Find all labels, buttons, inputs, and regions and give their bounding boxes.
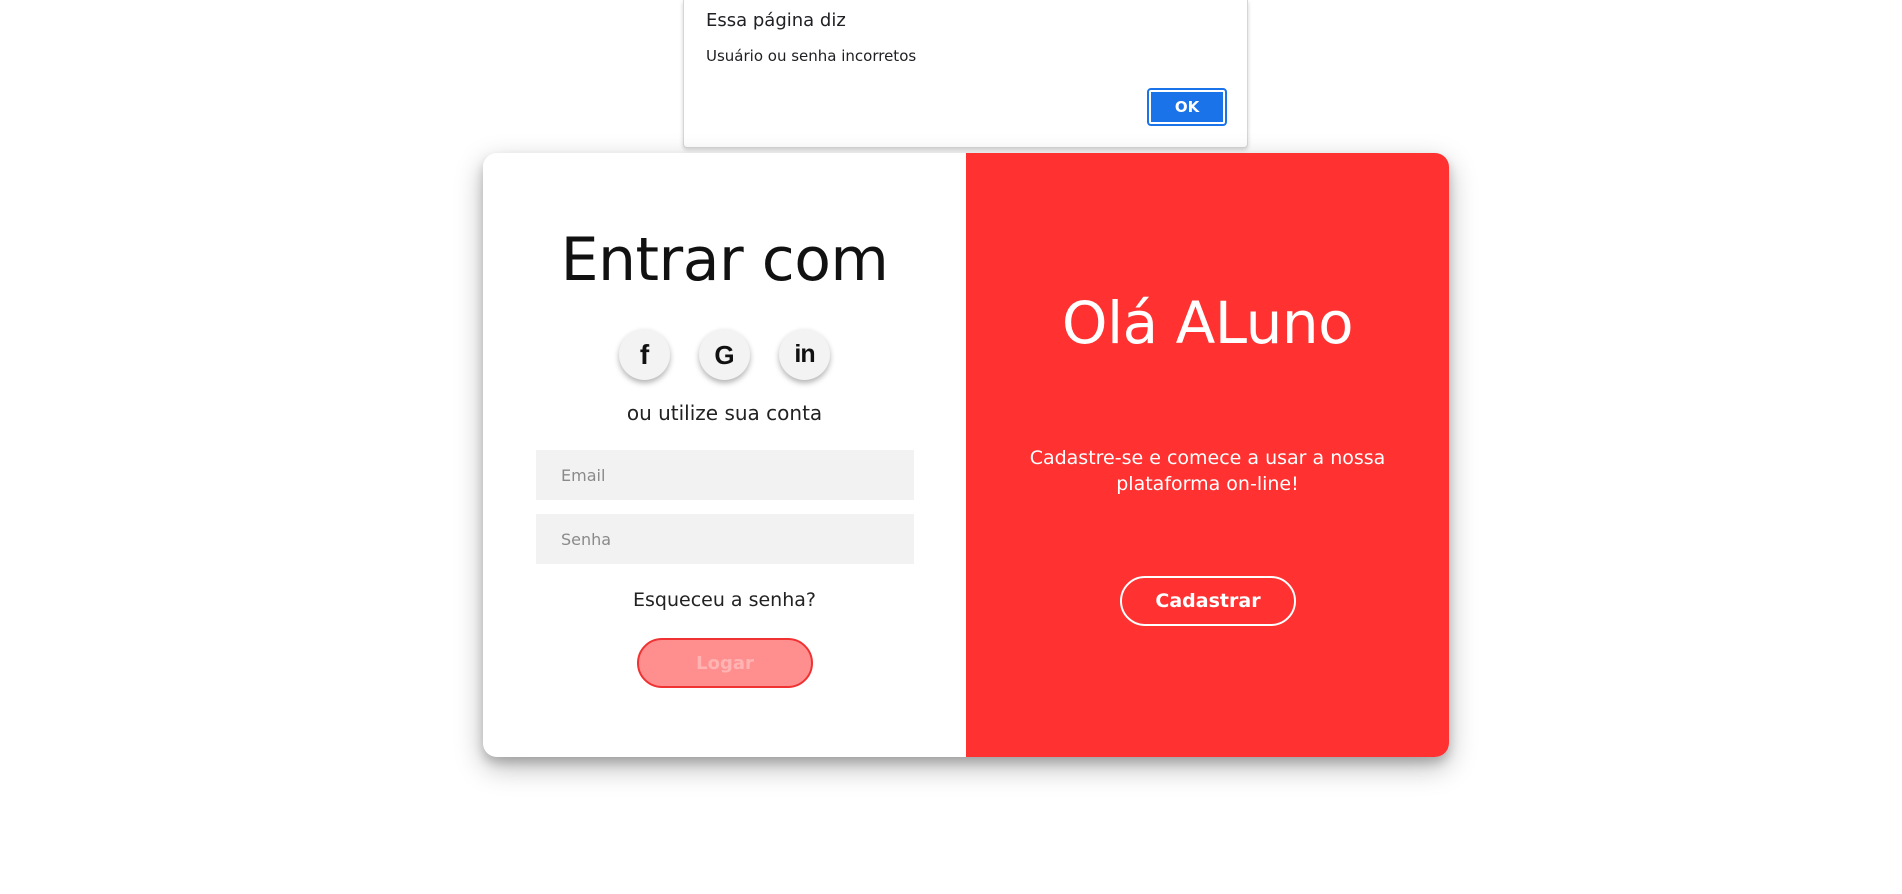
alert-title: Essa página diz <box>706 10 846 31</box>
login-button[interactable]: Logar <box>637 638 813 688</box>
facebook-icon: f <box>639 338 650 370</box>
google-login-button[interactable]: G <box>699 329 750 380</box>
linkedin-login-button[interactable]: in <box>779 329 830 380</box>
welcome-title: Olá ALuno <box>1061 289 1354 357</box>
sign-in-panel: Entrar com f G in ou utilize sua conta E… <box>483 153 966 757</box>
forgot-password-link[interactable]: Esqueceu a senha? <box>483 589 966 611</box>
alert-message: Usuário ou senha incorretos <box>706 47 917 65</box>
register-button[interactable]: Cadastrar <box>1120 576 1296 626</box>
linkedin-icon: in <box>794 340 815 368</box>
page: Essa página diz Usuário ou senha incorre… <box>0 0 1902 894</box>
alert-ok-button[interactable]: OK <box>1147 88 1227 126</box>
google-icon: G <box>714 339 735 370</box>
welcome-text: Cadastre-se e comece a usar a nossa plat… <box>1029 447 1386 495</box>
email-field[interactable] <box>536 450 914 500</box>
password-field[interactable] <box>536 514 914 564</box>
login-card: Entrar com f G in ou utilize sua conta E… <box>483 153 1449 757</box>
alert-dialog: Essa página diz Usuário ou senha incorre… <box>683 0 1248 148</box>
sign-in-title: Entrar com <box>560 225 889 295</box>
sign-up-panel: Olá ALuno Cadastre-se e comece a usar a … <box>966 153 1449 757</box>
facebook-login-button[interactable]: f <box>619 329 670 380</box>
social-login-row: f G in <box>483 329 966 380</box>
alternative-login-text: ou utilize sua conta <box>626 401 823 425</box>
